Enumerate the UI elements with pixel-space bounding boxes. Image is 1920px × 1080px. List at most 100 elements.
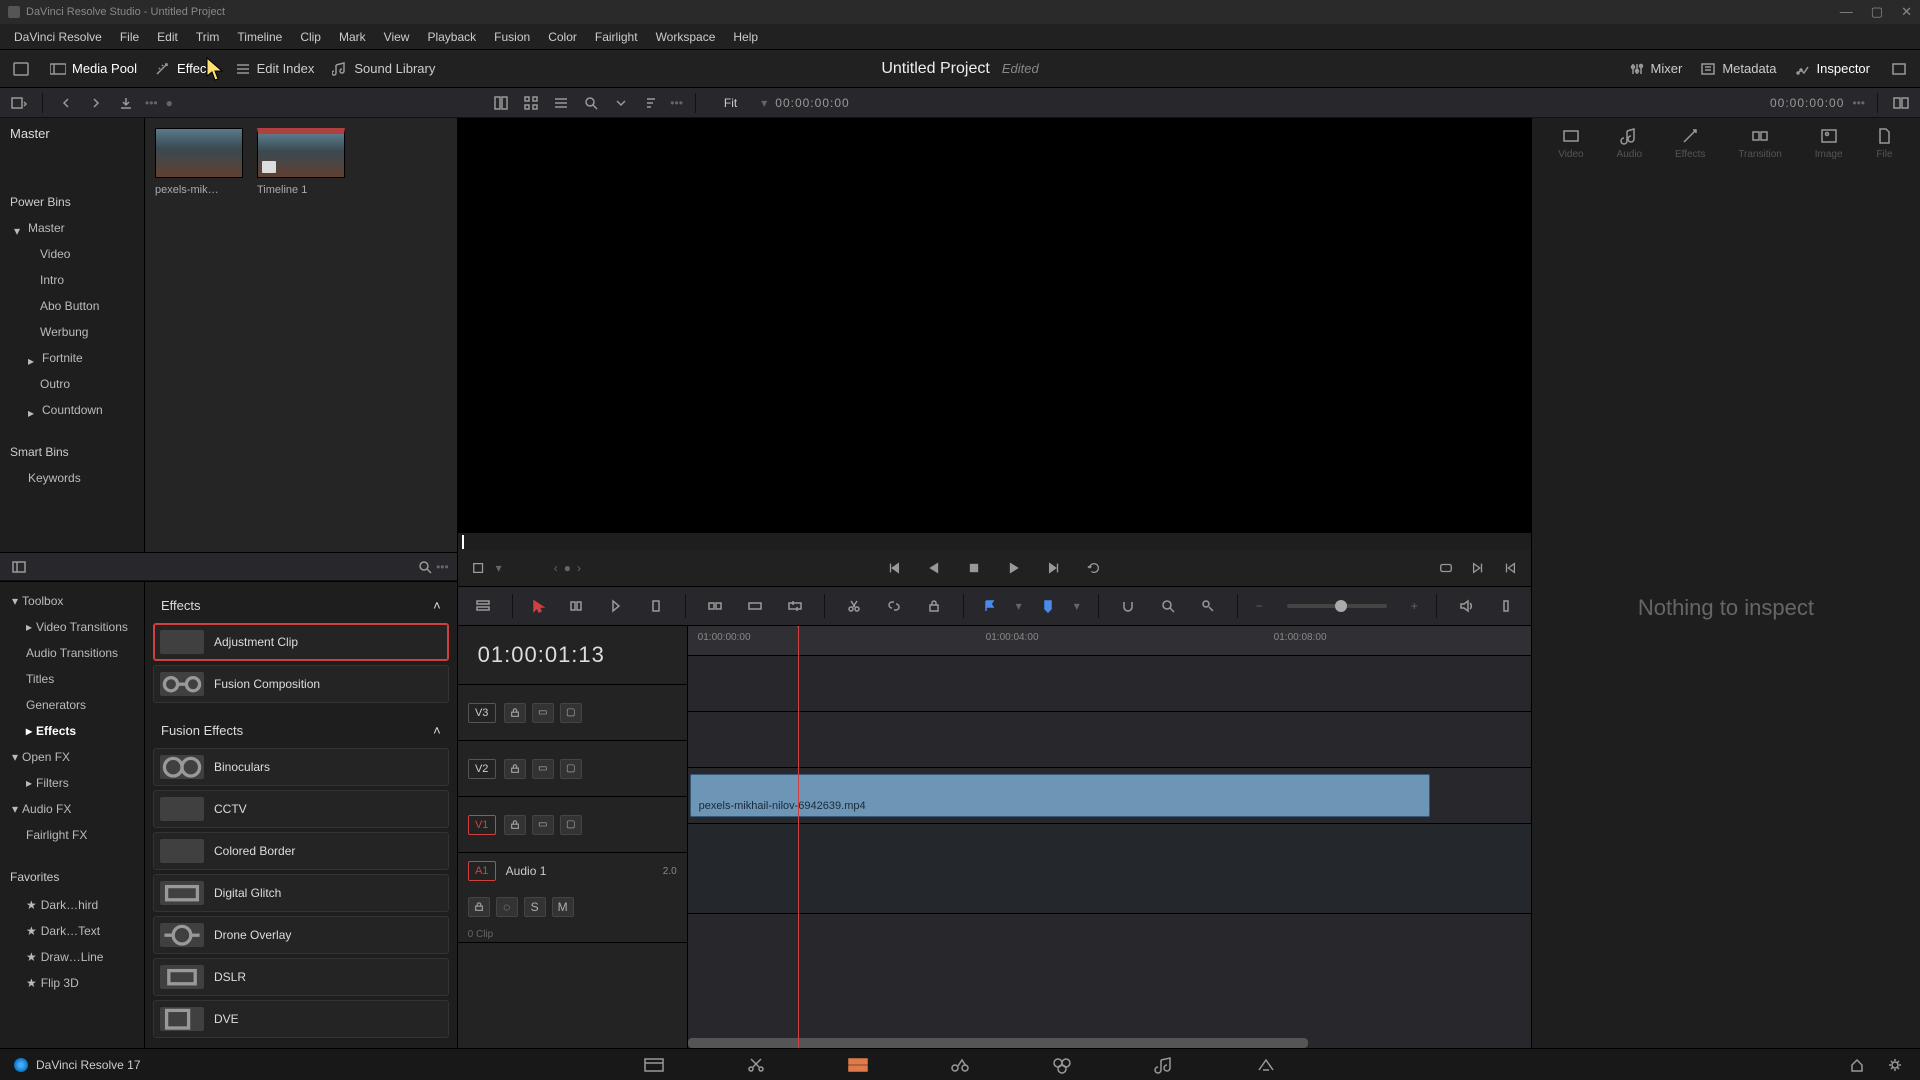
- media-pool-toggle[interactable]: Media Pool: [50, 61, 137, 76]
- bin-item[interactable]: Outro: [0, 371, 144, 397]
- import-icon[interactable]: [115, 92, 137, 114]
- insert-clip-icon[interactable]: [704, 595, 726, 617]
- trim-tool-icon[interactable]: [565, 595, 587, 617]
- bypass-icon[interactable]: [1435, 557, 1457, 579]
- page-media[interactable]: [643, 1056, 665, 1074]
- track-v3-lane[interactable]: [688, 656, 1531, 712]
- page-fairlight[interactable]: [1153, 1056, 1175, 1074]
- list-view-icon[interactable]: [550, 92, 572, 114]
- inspector-tab-transition[interactable]: Transition: [1738, 127, 1782, 160]
- timeline-scrollbar[interactable]: [688, 1038, 1308, 1048]
- selection-tool-icon[interactable]: [531, 598, 547, 614]
- fx-item[interactable]: Fairlight FX: [0, 822, 144, 848]
- auto-select-icon[interactable]: ▭: [532, 703, 554, 723]
- bin-item[interactable]: ▸Fortnite: [0, 345, 144, 371]
- menu-davinci[interactable]: DaVinci Resolve: [6, 26, 110, 48]
- link-clips-icon[interactable]: [883, 595, 905, 617]
- fav-item[interactable]: ★ Flip 3D: [0, 970, 144, 996]
- nav-forward-icon[interactable]: [85, 92, 107, 114]
- track-head-v2[interactable]: V2 ▭▢: [458, 741, 687, 797]
- fx-search-icon[interactable]: [414, 556, 436, 578]
- dynamic-trim-icon[interactable]: [605, 595, 627, 617]
- viewer-canvas[interactable]: [458, 118, 1531, 532]
- track-head-a1[interactable]: A1 Audio 1 2.0 ◌ S M 0 Clip: [458, 853, 687, 943]
- inspector-tab-effects[interactable]: Effects: [1675, 127, 1705, 160]
- menu-workspace[interactable]: Workspace: [648, 26, 724, 48]
- page-cut[interactable]: [745, 1056, 767, 1074]
- blade-tool-icon[interactable]: [645, 595, 667, 617]
- window-maximize-button[interactable]: ▢: [1871, 4, 1883, 20]
- bin-item[interactable]: Video: [0, 241, 144, 267]
- replace-clip-icon[interactable]: [784, 595, 806, 617]
- fx-openfx[interactable]: ▾Open FX: [0, 744, 144, 770]
- inspector-toggle[interactable]: Inspector: [1795, 61, 1870, 76]
- inspector-tab-audio[interactable]: Audio: [1617, 127, 1643, 160]
- fx-panel-options[interactable]: •••: [436, 560, 449, 574]
- zoom-fit-dropdown[interactable]: Fit: [708, 96, 753, 110]
- overwrite-clip-icon[interactable]: [744, 595, 766, 617]
- inspector-tab-video[interactable]: Video: [1558, 127, 1583, 160]
- page-fusion[interactable]: [949, 1056, 971, 1074]
- monitor-volume-icon[interactable]: [1455, 595, 1477, 617]
- mute-button[interactable]: M: [552, 897, 574, 917]
- inspector-tab-image[interactable]: Image: [1815, 127, 1843, 160]
- track-lock-icon[interactable]: [504, 815, 526, 835]
- viewer-mode-dropdown[interactable]: [468, 557, 490, 579]
- bin-item[interactable]: ▾Master: [0, 215, 144, 241]
- first-frame-button[interactable]: [883, 557, 905, 579]
- fx-item[interactable]: Titles: [0, 666, 144, 692]
- nav-back-icon[interactable]: [55, 92, 77, 114]
- fx-card-fusion-comp[interactable]: Fusion Composition: [153, 665, 449, 703]
- prev-edit-icon[interactable]: [1499, 557, 1521, 579]
- menu-help[interactable]: Help: [725, 26, 766, 48]
- auto-select-icon[interactable]: ▭: [532, 815, 554, 835]
- play-reverse-button[interactable]: [923, 557, 945, 579]
- layout-preset-icon[interactable]: [10, 58, 32, 80]
- video-clip[interactable]: pexels-mikhail-nilov-6942639.mp4: [690, 774, 1430, 817]
- search-icon[interactable]: [580, 92, 602, 114]
- bin-item[interactable]: Werbung: [0, 319, 144, 345]
- track-disable-icon[interactable]: ▢: [560, 703, 582, 723]
- fx-item[interactable]: Generators: [0, 692, 144, 718]
- track-lock-icon[interactable]: [504, 759, 526, 779]
- fx-card[interactable]: CCTV: [153, 790, 449, 828]
- solo-button[interactable]: S: [524, 897, 546, 917]
- fx-item[interactable]: ▸Video Transitions: [0, 614, 144, 640]
- arm-record-icon[interactable]: ◌: [496, 897, 518, 917]
- panel-options[interactable]: •••: [670, 96, 683, 110]
- fx-card[interactable]: DVE: [153, 1000, 449, 1038]
- zoom-in-button[interactable]: +: [1411, 599, 1418, 613]
- timeline-timecode[interactable]: 01:00:01:13: [458, 626, 687, 685]
- fx-card[interactable]: Binoculars: [153, 748, 449, 786]
- auto-track-selector-icon[interactable]: [1197, 595, 1219, 617]
- bin-item[interactable]: Abo Button: [0, 293, 144, 319]
- bin-list-dropdown[interactable]: [8, 92, 30, 114]
- last-frame-button[interactable]: [1043, 557, 1065, 579]
- fav-item[interactable]: ★ Dark…hird: [0, 892, 144, 918]
- snapping-icon[interactable]: [1117, 595, 1139, 617]
- timeline-thumb[interactable]: Timeline 1: [257, 128, 345, 196]
- page-edit[interactable]: [847, 1056, 869, 1074]
- sound-library-toggle[interactable]: Sound Library: [332, 61, 435, 76]
- sort-icon[interactable]: [640, 92, 662, 114]
- loop-button[interactable]: [1083, 557, 1105, 579]
- track-lock-icon[interactable]: [468, 897, 490, 917]
- page-color[interactable]: [1051, 1056, 1073, 1074]
- blade-edit-icon[interactable]: [843, 595, 865, 617]
- zoom-out-button[interactable]: −: [1256, 599, 1263, 613]
- dim-icon[interactable]: [1495, 595, 1517, 617]
- smart-bin-item[interactable]: Keywords: [0, 465, 144, 491]
- track-disable-icon[interactable]: ▢: [560, 759, 582, 779]
- zoom-slider[interactable]: [1287, 604, 1387, 608]
- window-minimize-button[interactable]: —: [1840, 4, 1853, 20]
- timeline-body[interactable]: 01:00:00:00 01:00:04:00 01:00:08:00 pexe…: [688, 626, 1531, 1048]
- dual-viewer-icon[interactable]: [1890, 92, 1912, 114]
- fx-item[interactable]: Audio Transitions: [0, 640, 144, 666]
- fav-item[interactable]: ★ Dark…Text: [0, 918, 144, 944]
- timeline-ruler[interactable]: 01:00:00:00 01:00:04:00 01:00:08:00: [688, 626, 1531, 656]
- more-dots[interactable]: •••: [145, 96, 158, 110]
- position-lock-icon[interactable]: [923, 595, 945, 617]
- search-dropdown-icon[interactable]: [610, 92, 632, 114]
- fx-card[interactable]: Digital Glitch: [153, 874, 449, 912]
- fx-audiofx[interactable]: ▾Audio FX: [0, 796, 144, 822]
